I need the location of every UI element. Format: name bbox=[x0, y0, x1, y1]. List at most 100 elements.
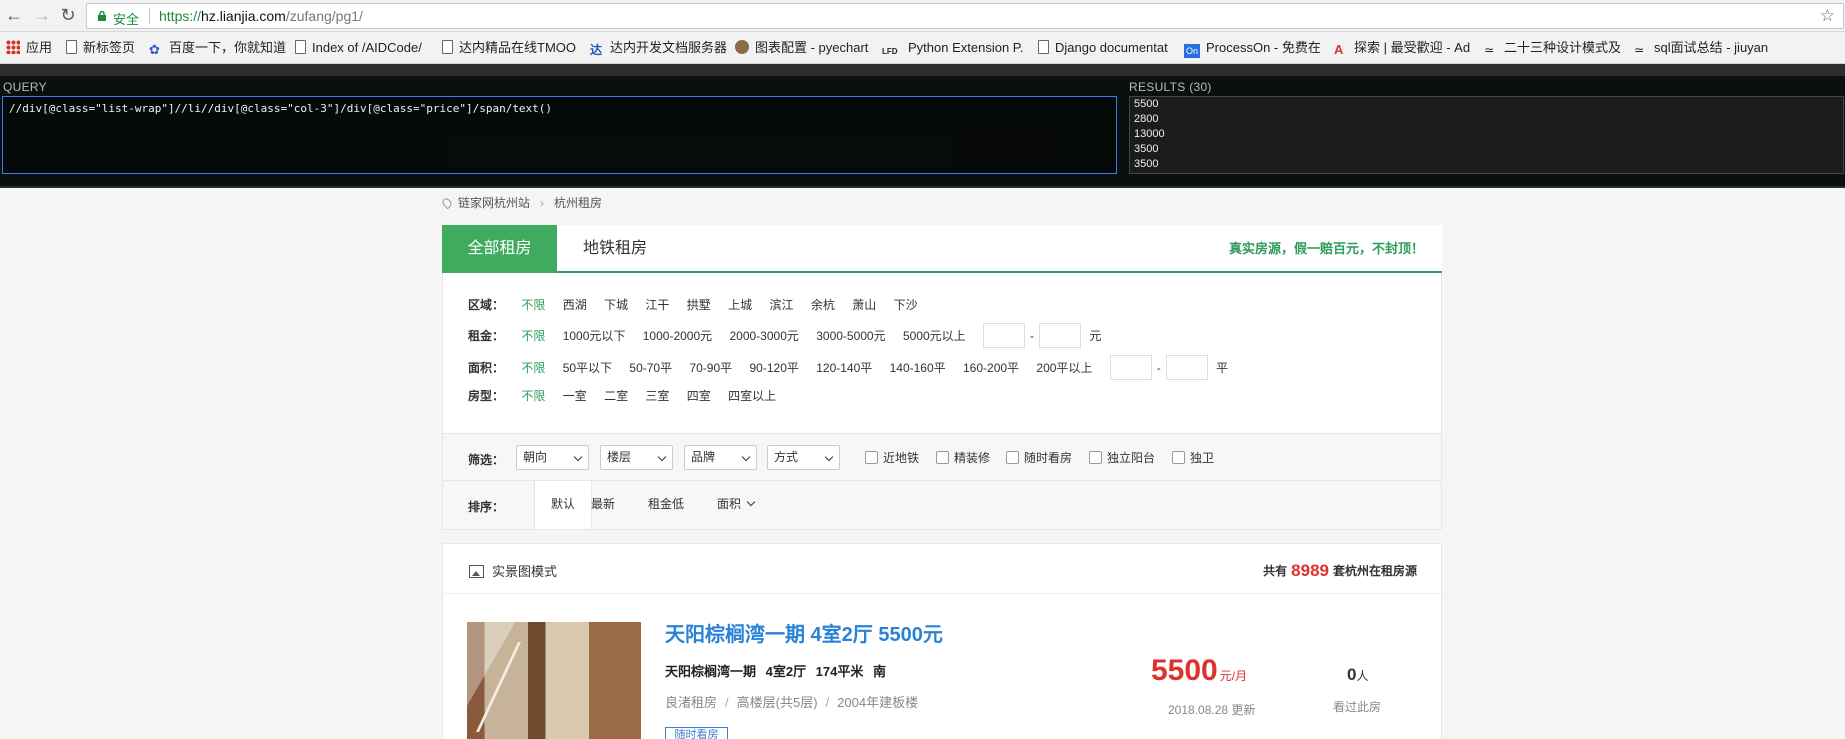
checkbox-label: 随时看房 bbox=[1024, 451, 1073, 465]
district-option[interactable]: 余杭 bbox=[811, 296, 835, 313]
breadcrumb-current[interactable]: 杭州租房 bbox=[554, 196, 602, 210]
bookmark-adobe[interactable]: A 探索 | 最受歡迎 - Ad bbox=[1334, 40, 1470, 58]
bookmark-tmooc[interactable]: 达内精品在线TMOO bbox=[442, 40, 576, 58]
size-option[interactable]: 50-70平 bbox=[629, 359, 672, 376]
size-option[interactable]: 120-140平 bbox=[816, 359, 872, 376]
xpath-result: 5500 bbox=[1134, 98, 1159, 110]
checkbox-private-bath[interactable]: 独卫 bbox=[1172, 449, 1214, 466]
size-option[interactable]: 50平以下 bbox=[563, 359, 612, 376]
rent-min-input[interactable] bbox=[983, 323, 1025, 348]
xpath-result: 3500 bbox=[1134, 158, 1159, 170]
district-option[interactable]: 萧山 bbox=[852, 296, 876, 313]
checkbox-anytime-viewing[interactable]: 随时看房 bbox=[1006, 449, 1072, 466]
bookmark-python-ext[interactable]: LFD Python Extension P. bbox=[882, 40, 1023, 58]
anytime-viewing-tag: 随时看房 bbox=[665, 727, 728, 739]
bookmark-baidu[interactable]: ✿ 百度一下，你就知道 bbox=[149, 40, 286, 58]
size-option[interactable]: 140-160平 bbox=[890, 359, 946, 376]
checkbox-box bbox=[1089, 451, 1102, 464]
bookmark-sql[interactable]: ≃ sql面试总结 - jiuyan bbox=[1634, 40, 1768, 58]
rent-max-input[interactable] bbox=[1039, 323, 1081, 348]
checkbox-box bbox=[865, 451, 878, 464]
bookmark-label: 百度一下，你就知道 bbox=[169, 40, 287, 55]
adobe-icon: A bbox=[1334, 42, 1344, 57]
breadcrumb-home[interactable]: 链家网杭州站 bbox=[458, 196, 530, 210]
listing-photo[interactable] bbox=[467, 622, 641, 739]
district-option[interactable]: 下城 bbox=[604, 296, 628, 313]
page-icon bbox=[295, 40, 306, 54]
tedu-icon: 达 bbox=[590, 43, 603, 57]
bookmark-tedu-docs[interactable]: 达达内开发文档服务器 bbox=[590, 40, 727, 58]
size-max-input[interactable] bbox=[1165, 355, 1208, 380]
rent-option[interactable]: 3000-5000元 bbox=[816, 327, 885, 344]
rent-option[interactable]: 不限 bbox=[521, 327, 545, 344]
query-label: QUERY bbox=[3, 80, 47, 94]
tab-subway-rentals[interactable]: 地铁租房 bbox=[583, 225, 647, 273]
bookmark-design-patterns[interactable]: ≃ 二十三种设计模式及 bbox=[1484, 40, 1621, 58]
xpath-query-input[interactable]: //div[@class="list-wrap"]//li//div[@clas… bbox=[2, 96, 1117, 174]
photo-mode-label: 实景图模式 bbox=[492, 564, 558, 579]
rent-option[interactable]: 1000元以下 bbox=[563, 327, 626, 344]
url-scheme: https:// bbox=[159, 8, 202, 24]
checkbox-balcony[interactable]: 独立阳台 bbox=[1089, 449, 1155, 466]
district-option[interactable]: 下沙 bbox=[894, 296, 918, 313]
bookmark-processon[interactable]: On ProcessOn - 免费在 bbox=[1184, 40, 1321, 58]
filter-label: 面积： bbox=[468, 361, 505, 375]
bookmark-django[interactable]: Django documentat bbox=[1038, 40, 1168, 58]
sort-default[interactable]: 默认 bbox=[534, 481, 593, 529]
view-count: 0人 bbox=[1347, 665, 1368, 685]
url-path: /zufang/pg1/ bbox=[285, 8, 363, 24]
detail-separator: / bbox=[825, 695, 830, 710]
layout-option[interactable]: 一室 bbox=[563, 387, 587, 404]
district-option[interactable]: 不限 bbox=[521, 296, 545, 313]
size-option[interactable]: 200平以上 bbox=[1036, 359, 1092, 376]
bookmark-new-tab[interactable]: 新标签页 bbox=[66, 40, 135, 58]
xpath-results-list[interactable]: 5500 2800 13000 3500 3500 bbox=[1129, 96, 1844, 174]
district-option[interactable]: 江干 bbox=[645, 296, 669, 313]
tab-all-rentals[interactable]: 全部租房 bbox=[442, 225, 557, 273]
size-min-input[interactable] bbox=[1109, 355, 1152, 380]
back-arrow-icon[interactable]: ← bbox=[2, 4, 26, 28]
select-caret-icon bbox=[573, 452, 583, 462]
sort-lowest-rent[interactable]: 租金低 bbox=[648, 481, 684, 529]
floor-select[interactable]: 楼层 bbox=[600, 445, 673, 470]
layout-option[interactable]: 三室 bbox=[645, 387, 669, 404]
checkbox-near-subway[interactable]: 近地铁 bbox=[865, 449, 919, 466]
brand-select[interactable]: 品牌 bbox=[684, 445, 757, 470]
district-option[interactable]: 上城 bbox=[728, 296, 752, 313]
select-value: 朝向 bbox=[523, 450, 548, 464]
rent-option[interactable]: 2000-3000元 bbox=[729, 327, 798, 344]
layout-option[interactable]: 四室以上 bbox=[728, 387, 776, 404]
forward-arrow-icon[interactable]: → bbox=[30, 4, 54, 28]
price-unit: 元/月 bbox=[1219, 669, 1248, 683]
bookmark-apps[interactable]: 应用 bbox=[6, 40, 52, 58]
bookmark-label: Python Extension P. bbox=[908, 40, 1024, 55]
layout-option[interactable]: 不限 bbox=[521, 387, 545, 404]
listing-title[interactable]: 天阳棕榈湾一期 4室2厅 5500元 bbox=[665, 618, 943, 647]
bookmark-star-icon[interactable]: ☆ bbox=[1820, 6, 1835, 26]
size-option[interactable]: 160-200平 bbox=[963, 359, 1019, 376]
reload-icon[interactable]: ↻ bbox=[56, 4, 80, 28]
method-select[interactable]: 方式 bbox=[767, 445, 840, 470]
screen-label: 筛选： bbox=[468, 453, 505, 467]
size-option[interactable]: 70-90平 bbox=[689, 359, 732, 376]
checkbox-decorated[interactable]: 精装修 bbox=[936, 449, 990, 466]
layout-option[interactable]: 二室 bbox=[604, 387, 628, 404]
bookmark-aidcode[interactable]: Index of /AIDCode/ bbox=[295, 40, 422, 58]
avatar-icon bbox=[735, 40, 749, 54]
rent-option[interactable]: 5000元以上 bbox=[903, 327, 966, 344]
url-text[interactable]: https://hz.lianjia.com/zufang/pg1/ bbox=[159, 8, 363, 24]
address-bar[interactable]: 安全 https://hz.lianjia.com/zufang/pg1/ ☆ bbox=[86, 3, 1844, 29]
sort-area[interactable]: 面积 bbox=[717, 481, 756, 529]
sort-newest[interactable]: 最新 bbox=[591, 481, 615, 529]
district-option[interactable]: 拱墅 bbox=[687, 296, 711, 313]
size-option[interactable]: 不限 bbox=[521, 359, 545, 376]
district-option[interactable]: 滨江 bbox=[770, 296, 794, 313]
listing-district[interactable]: 良渚租房 bbox=[665, 695, 717, 710]
photo-mode-toggle[interactable]: 实景图模式 bbox=[469, 561, 557, 580]
bookmark-pyecharts[interactable]: 图表配置 - pyechart bbox=[735, 40, 868, 58]
orientation-select[interactable]: 朝向 bbox=[516, 445, 589, 470]
layout-option[interactable]: 四室 bbox=[687, 387, 711, 404]
district-option[interactable]: 西湖 bbox=[563, 296, 587, 313]
size-option[interactable]: 90-120平 bbox=[750, 359, 799, 376]
rent-option[interactable]: 1000-2000元 bbox=[643, 327, 712, 344]
